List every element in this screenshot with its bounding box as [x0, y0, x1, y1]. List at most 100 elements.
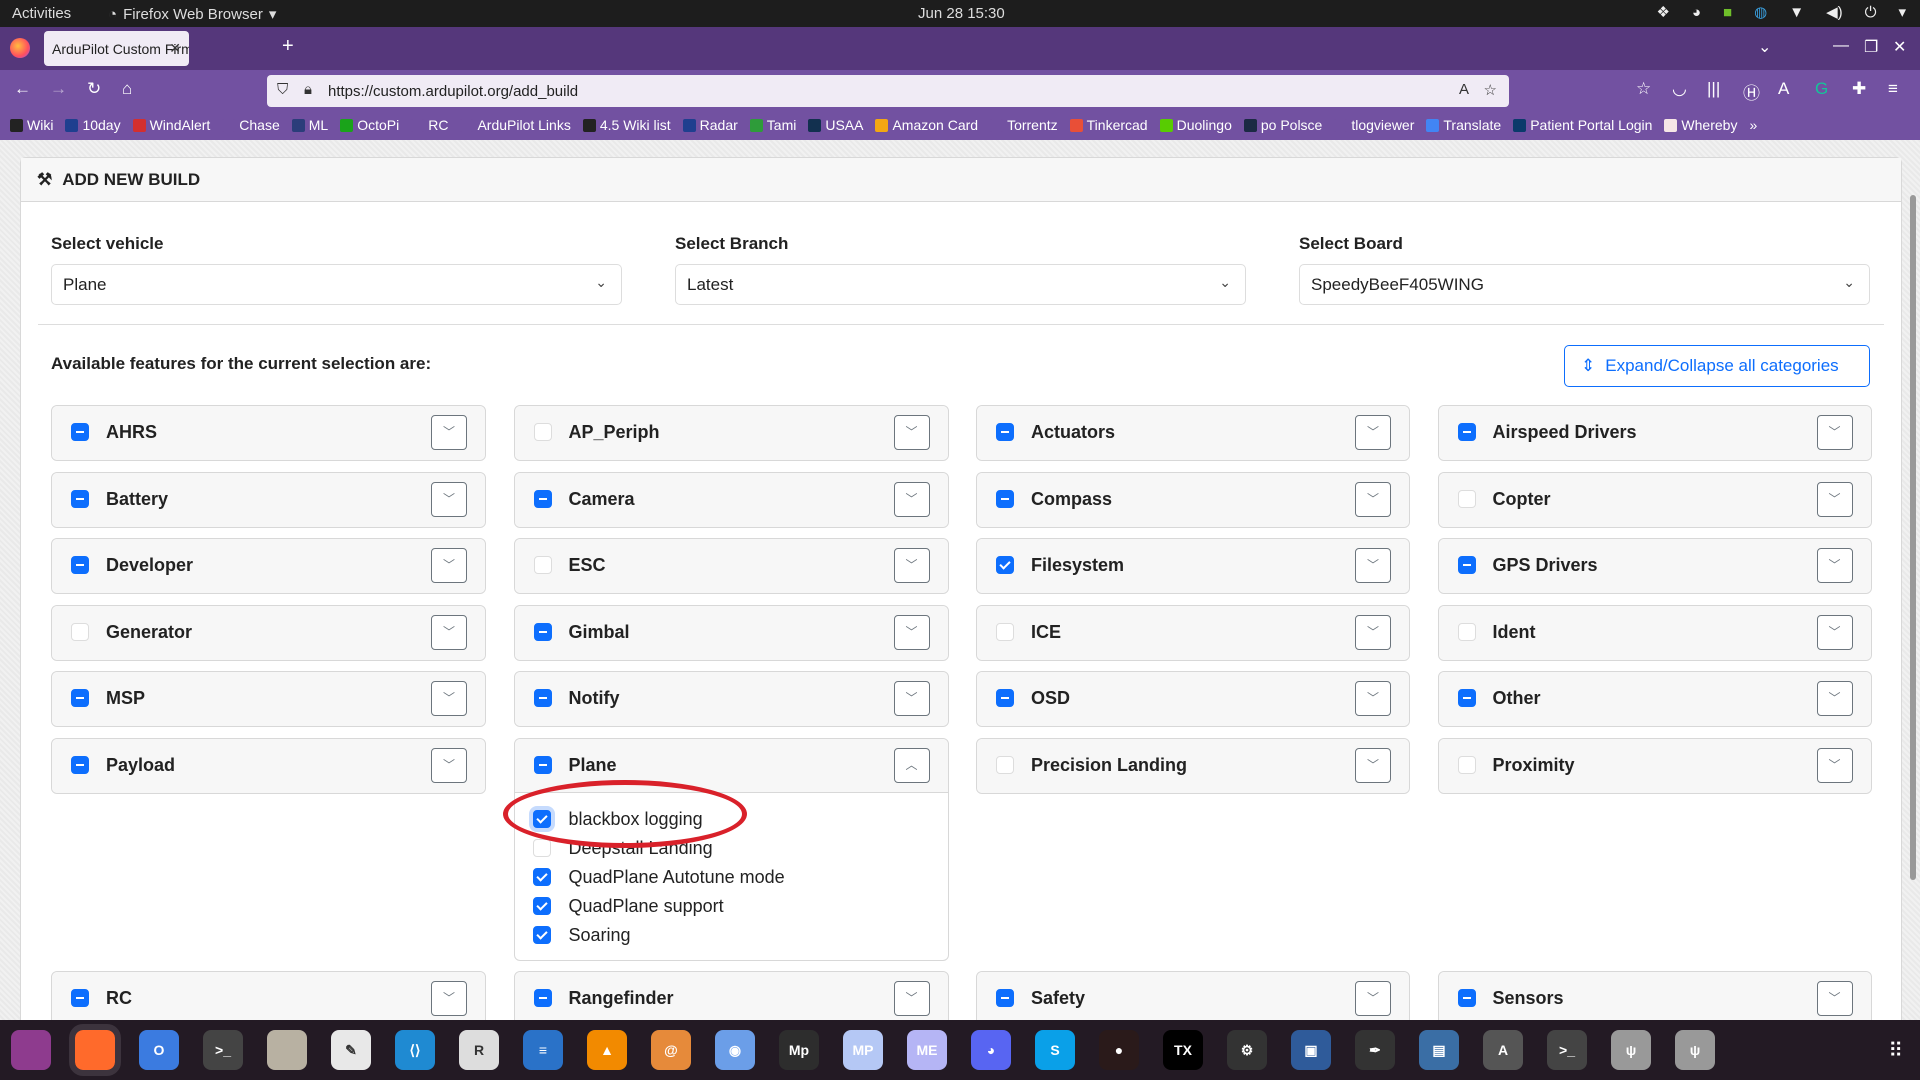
menu-down-icon[interactable]: ▾ — [1898, 3, 1906, 21]
category-checkbox[interactable] — [71, 489, 89, 508]
category-checkbox[interactable] — [1457, 556, 1476, 574]
category-checkbox[interactable] — [996, 489, 1014, 508]
expand-button[interactable]: ﹀ — [431, 681, 467, 716]
category-checkbox[interactable] — [1457, 989, 1476, 1007]
shield-icon[interactable]: ⛉ — [277, 81, 288, 98]
bookmark-item[interactable]: po Polsce — [1243, 117, 1322, 133]
feature-option[interactable]: Soaring — [515, 921, 948, 950]
bookmark-item[interactable]: Translate — [1426, 117, 1501, 133]
discord-icon[interactable]: ◕ — [1692, 4, 1701, 21]
category-checkbox[interactable] — [533, 622, 552, 641]
usb-drive-icon[interactable]: ψ — [1611, 1030, 1651, 1070]
screen-recorder-icon[interactable]: ● — [1099, 1030, 1139, 1070]
category-checkbox[interactable] — [533, 556, 552, 574]
clock[interactable]: Jun 28 15:30 — [918, 5, 1005, 22]
category-checkbox[interactable] — [533, 755, 552, 774]
firefox-icon[interactable] — [69, 1024, 121, 1076]
expand-button[interactable]: ﹀ — [893, 681, 930, 716]
sync-icon[interactable]: ◍ — [1754, 3, 1767, 21]
feature-checkbox[interactable] — [532, 838, 551, 857]
blender-icon[interactable]: @ — [651, 1030, 691, 1070]
reload-icon[interactable]: ↻ — [87, 79, 101, 99]
save-page-icon[interactable]: ☆ — [1636, 79, 1651, 99]
bookmark-item[interactable]: USAA — [808, 117, 863, 133]
extensions-icon[interactable]: ✚ — [1852, 79, 1866, 99]
category-checkbox[interactable] — [533, 489, 552, 508]
shield-check-icon[interactable]: ■ — [1723, 4, 1732, 21]
feature-checkbox[interactable] — [532, 867, 551, 886]
bookmark-item[interactable]: WindAlert — [132, 117, 210, 133]
expand-button[interactable]: ﹀ — [1816, 981, 1853, 1016]
lock-icon[interactable]: 🔒︎ — [304, 81, 312, 98]
expand-button[interactable]: ﹀ — [431, 981, 467, 1016]
dropbox-icon[interactable]: ❖ — [1657, 3, 1670, 21]
category-checkbox[interactable] — [1457, 689, 1476, 707]
expand-button[interactable]: ﹀ — [431, 614, 467, 650]
workspaces-icon[interactable] — [11, 1030, 51, 1070]
home-icon[interactable]: ⌂ — [122, 79, 132, 99]
usb-drive-2-icon[interactable]: ψ — [1675, 1030, 1715, 1070]
category-checkbox[interactable] — [71, 755, 89, 774]
text-editor-icon[interactable]: ✎ — [331, 1030, 371, 1070]
category-checkbox[interactable] — [71, 622, 89, 641]
category-checkbox[interactable] — [71, 423, 89, 441]
expand-button[interactable]: ﹀ — [431, 415, 467, 450]
software-updater-icon[interactable]: A — [1483, 1030, 1523, 1070]
expand-button[interactable]: ﹀ — [1355, 415, 1391, 450]
mavexplorer-icon[interactable]: ME — [907, 1030, 947, 1070]
mission-planner-icon[interactable]: Mp — [779, 1030, 819, 1070]
expand-collapse-all-button[interactable]: ⇕ Expand/Collapse all categories — [1564, 345, 1870, 387]
opentx-icon[interactable]: TX — [1163, 1030, 1203, 1070]
feature-option[interactable]: Deepstall Landing — [515, 834, 948, 863]
pocket-icon[interactable]: ◡ — [1672, 79, 1687, 99]
app-menu[interactable]: ◔ Firefox Web Browser ▾ — [108, 5, 276, 24]
expand-button[interactable]: ﹀ — [1816, 415, 1853, 450]
expand-button[interactable]: ﹀ — [1355, 981, 1391, 1016]
expand-button[interactable]: ﹀ — [431, 548, 467, 583]
list-tabs-icon[interactable]: ⌄ — [1758, 37, 1771, 57]
vlc-icon[interactable]: ▲ — [587, 1030, 627, 1070]
category-checkbox[interactable] — [1457, 423, 1476, 441]
expand-button[interactable]: ﹀ — [893, 614, 930, 650]
category-checkbox[interactable] — [1457, 755, 1476, 774]
chromium-icon[interactable]: O — [139, 1030, 179, 1070]
expand-button[interactable]: ﹀ — [1816, 614, 1853, 650]
bookmark-item[interactable]: Patient Portal Login — [1513, 117, 1652, 133]
category-checkbox[interactable] — [533, 989, 552, 1007]
category-checkbox[interactable] — [533, 689, 552, 707]
activities-button[interactable]: Activities — [12, 5, 71, 22]
terminal-icon[interactable]: >_ — [203, 1030, 243, 1070]
category-checkbox[interactable] — [71, 556, 89, 574]
writer-icon[interactable]: ≡ — [523, 1030, 563, 1070]
bookmark-item[interactable]: Tinkercad — [1069, 117, 1148, 133]
expand-button[interactable]: ﹀ — [1355, 481, 1391, 517]
bookmark-item[interactable]: RC — [411, 117, 448, 133]
category-checkbox[interactable] — [533, 423, 552, 441]
expand-button[interactable]: ﹀ — [1355, 681, 1391, 716]
bookmark-item[interactable]: ML — [291, 117, 328, 133]
category-checkbox[interactable] — [71, 689, 89, 707]
bookmark-item[interactable]: tlogviewer — [1334, 117, 1414, 133]
volume-icon[interactable]: ◀) — [1826, 3, 1843, 21]
skype-icon[interactable]: S — [1035, 1030, 1075, 1070]
url-text[interactable]: https://custom.ardupilot.org/add_build — [328, 83, 578, 100]
expand-button[interactable]: ﹀ — [1816, 481, 1853, 517]
system-tray[interactable]: ❖ ◕ ■ ◍ ▼ ◀) ⏻ ▾ — [1657, 3, 1906, 22]
feature-checkbox[interactable] — [532, 809, 551, 828]
new-tab-button[interactable]: + — [282, 35, 294, 58]
bookmark-item[interactable]: OctoPi — [340, 117, 399, 133]
expand-button[interactable]: ﹀ — [893, 548, 930, 583]
expand-button[interactable]: ﹀ — [893, 415, 930, 450]
minimize-icon[interactable]: — — [1833, 37, 1849, 55]
url-bar[interactable]: ⛉ 🔒︎ https://custom.ardupilot.org/add_bu… — [267, 75, 1509, 107]
honey-extension-icon[interactable]: Ⓗ — [1743, 79, 1760, 104]
category-checkbox[interactable] — [71, 989, 89, 1007]
mavproxy-icon[interactable]: MP — [843, 1030, 883, 1070]
bookmark-item[interactable]: Whereby — [1664, 117, 1737, 133]
restore-icon[interactable]: ❐ — [1864, 37, 1878, 57]
category-checkbox[interactable] — [996, 689, 1014, 707]
vehicle-select[interactable]: Plane ⌄ — [51, 264, 622, 305]
close-tab-icon[interactable]: ✕ — [169, 40, 181, 57]
bookmark-star-icon[interactable]: ☆ — [1484, 81, 1497, 99]
grammarly-icon[interactable]: G — [1815, 79, 1828, 99]
